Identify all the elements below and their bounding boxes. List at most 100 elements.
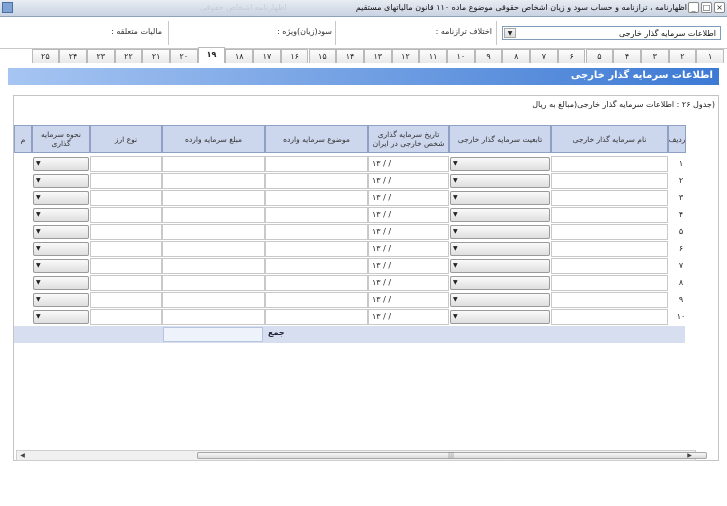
subject-input[interactable] [265,207,368,223]
method-dropdown[interactable]: ▼ [33,293,89,307]
investor-name-input[interactable] [551,275,668,291]
nationality-dropdown[interactable]: ▼ [450,259,550,273]
tab-1[interactable]: ۱ [696,49,724,63]
tab-14[interactable]: ۱۴ [336,49,364,63]
nationality-dropdown[interactable]: ▼ [450,276,550,290]
investor-name-input[interactable] [551,258,668,274]
investor-name-input[interactable] [551,156,668,172]
investor-name-input[interactable] [551,173,668,189]
currency-input[interactable] [90,156,162,172]
scroll-left-icon[interactable]: ◀ [17,451,28,460]
tab-10[interactable]: ۱۰ [447,49,475,63]
amount-input[interactable] [162,173,265,189]
investor-name-input[interactable] [551,241,668,257]
nationality-dropdown[interactable]: ▼ [450,225,550,239]
investor-name-input[interactable] [551,292,668,308]
subject-input[interactable] [265,224,368,240]
chevron-down-icon: ▼ [453,245,458,252]
amount-input[interactable] [162,241,265,257]
tab-16[interactable]: ۱۶ [280,49,309,63]
subject-input[interactable] [265,156,368,172]
tab-5[interactable]: ۵ [585,49,614,63]
tab-3[interactable]: ۳ [640,49,669,63]
tab-2[interactable]: ۲ [668,49,697,63]
amount-input[interactable] [162,156,265,172]
method-dropdown[interactable]: ▼ [33,242,89,256]
tab-23[interactable]: ۲۳ [86,49,115,63]
tab-9[interactable]: ۹ [474,49,503,63]
currency-input[interactable] [90,292,162,308]
subject-input[interactable] [265,173,368,189]
tab-6[interactable]: ۶ [557,49,586,63]
subject-input[interactable] [265,190,368,206]
tab-11[interactable]: ۱۱ [419,49,447,63]
amount-input[interactable] [162,224,265,240]
method-dropdown[interactable]: ▼ [33,174,89,188]
subject-input[interactable] [265,309,368,325]
tab-22[interactable]: ۲۲ [114,49,143,63]
nationality-dropdown[interactable]: ▼ [450,310,550,324]
method-dropdown[interactable]: ▼ [33,157,89,171]
minimize-button[interactable]: _ [688,2,699,13]
investor-name-input[interactable] [551,207,668,223]
tab-strip: ۱ ۲ ۳ ۴ ۵ ۶ ۷ ۸ ۹ ۱۰ ۱۱ ۱۲ ۱۳ ۱۴ ۱۵ ۱۶ ۱۷ ۱۸ ۱۹ ۲۰ ۲۱ ۲۲ ۲۳ ۲۴ ۲… [4,47,724,63]
tab-20[interactable]: ۲۰ [170,49,198,63]
tab-25[interactable]: ۲۵ [31,49,60,63]
tab-17[interactable]: ۱۷ [253,49,281,63]
tab-12[interactable]: ۱۲ [391,49,420,63]
amount-input[interactable] [162,190,265,206]
tab-13[interactable]: ۱۳ [363,49,392,63]
currency-input[interactable] [90,309,162,325]
divider [335,21,336,45]
currency-input[interactable] [90,173,162,189]
amount-input[interactable] [162,207,265,223]
investor-name-input[interactable] [551,190,668,206]
currency-input[interactable] [90,258,162,274]
horizontal-scrollbar[interactable]: ◀ ||| ▶ [16,450,707,461]
scroll-thumb[interactable]: ||| [197,452,707,459]
nationality-dropdown[interactable]: ▼ [450,174,550,188]
currency-input[interactable] [90,241,162,257]
investor-name-input[interactable] [551,224,668,240]
nationality-dropdown[interactable]: ▼ [450,242,550,256]
subject-input[interactable] [265,292,368,308]
subject-input[interactable] [265,275,368,291]
currency-input[interactable] [90,207,162,223]
amount-input[interactable] [162,258,265,274]
chevron-down-icon[interactable]: ▼ [504,28,516,38]
currency-input[interactable] [90,190,162,206]
method-dropdown[interactable]: ▼ [33,225,89,239]
currency-input[interactable] [90,224,162,240]
tab-4[interactable]: ۴ [613,49,641,63]
chevron-down-icon: ▼ [453,177,458,184]
tab-18[interactable]: ۱۸ [225,49,254,63]
tab-21[interactable]: ۲۱ [142,49,170,63]
currency-input[interactable] [90,275,162,291]
nationality-dropdown[interactable]: ▼ [450,293,550,307]
method-dropdown[interactable]: ▼ [33,259,89,273]
tab-7[interactable]: ۷ [530,49,558,63]
method-dropdown[interactable]: ▼ [33,208,89,222]
method-dropdown[interactable]: ▼ [33,276,89,290]
amount-input[interactable] [162,309,265,325]
scroll-right-icon[interactable]: ▶ [684,451,695,460]
investor-name-input[interactable] [551,309,668,325]
maximize-button[interactable]: □ [701,2,712,13]
nationality-dropdown[interactable]: ▼ [450,191,550,205]
header-radif: ردیف [668,125,686,153]
tab-8[interactable]: ۸ [502,49,531,63]
tab-19[interactable]: ۱۹ [197,47,226,63]
close-button[interactable]: × [714,2,725,13]
amount-input[interactable] [162,275,265,291]
method-dropdown[interactable]: ▼ [33,191,89,205]
method-dropdown[interactable]: ▼ [33,310,89,324]
nationality-dropdown[interactable]: ▼ [450,208,550,222]
section-select[interactable]: اطلاعات سرمایه گذار خارجی ▼ [502,26,721,40]
tab-15[interactable]: ۱۵ [308,49,337,63]
tab-24[interactable]: ۲۴ [59,49,87,63]
subject-input[interactable] [265,258,368,274]
section-header: اطلاعات سرمایه گذار خارجی [8,68,719,85]
subject-input[interactable] [265,241,368,257]
nationality-dropdown[interactable]: ▼ [450,157,550,171]
amount-input[interactable] [162,292,265,308]
